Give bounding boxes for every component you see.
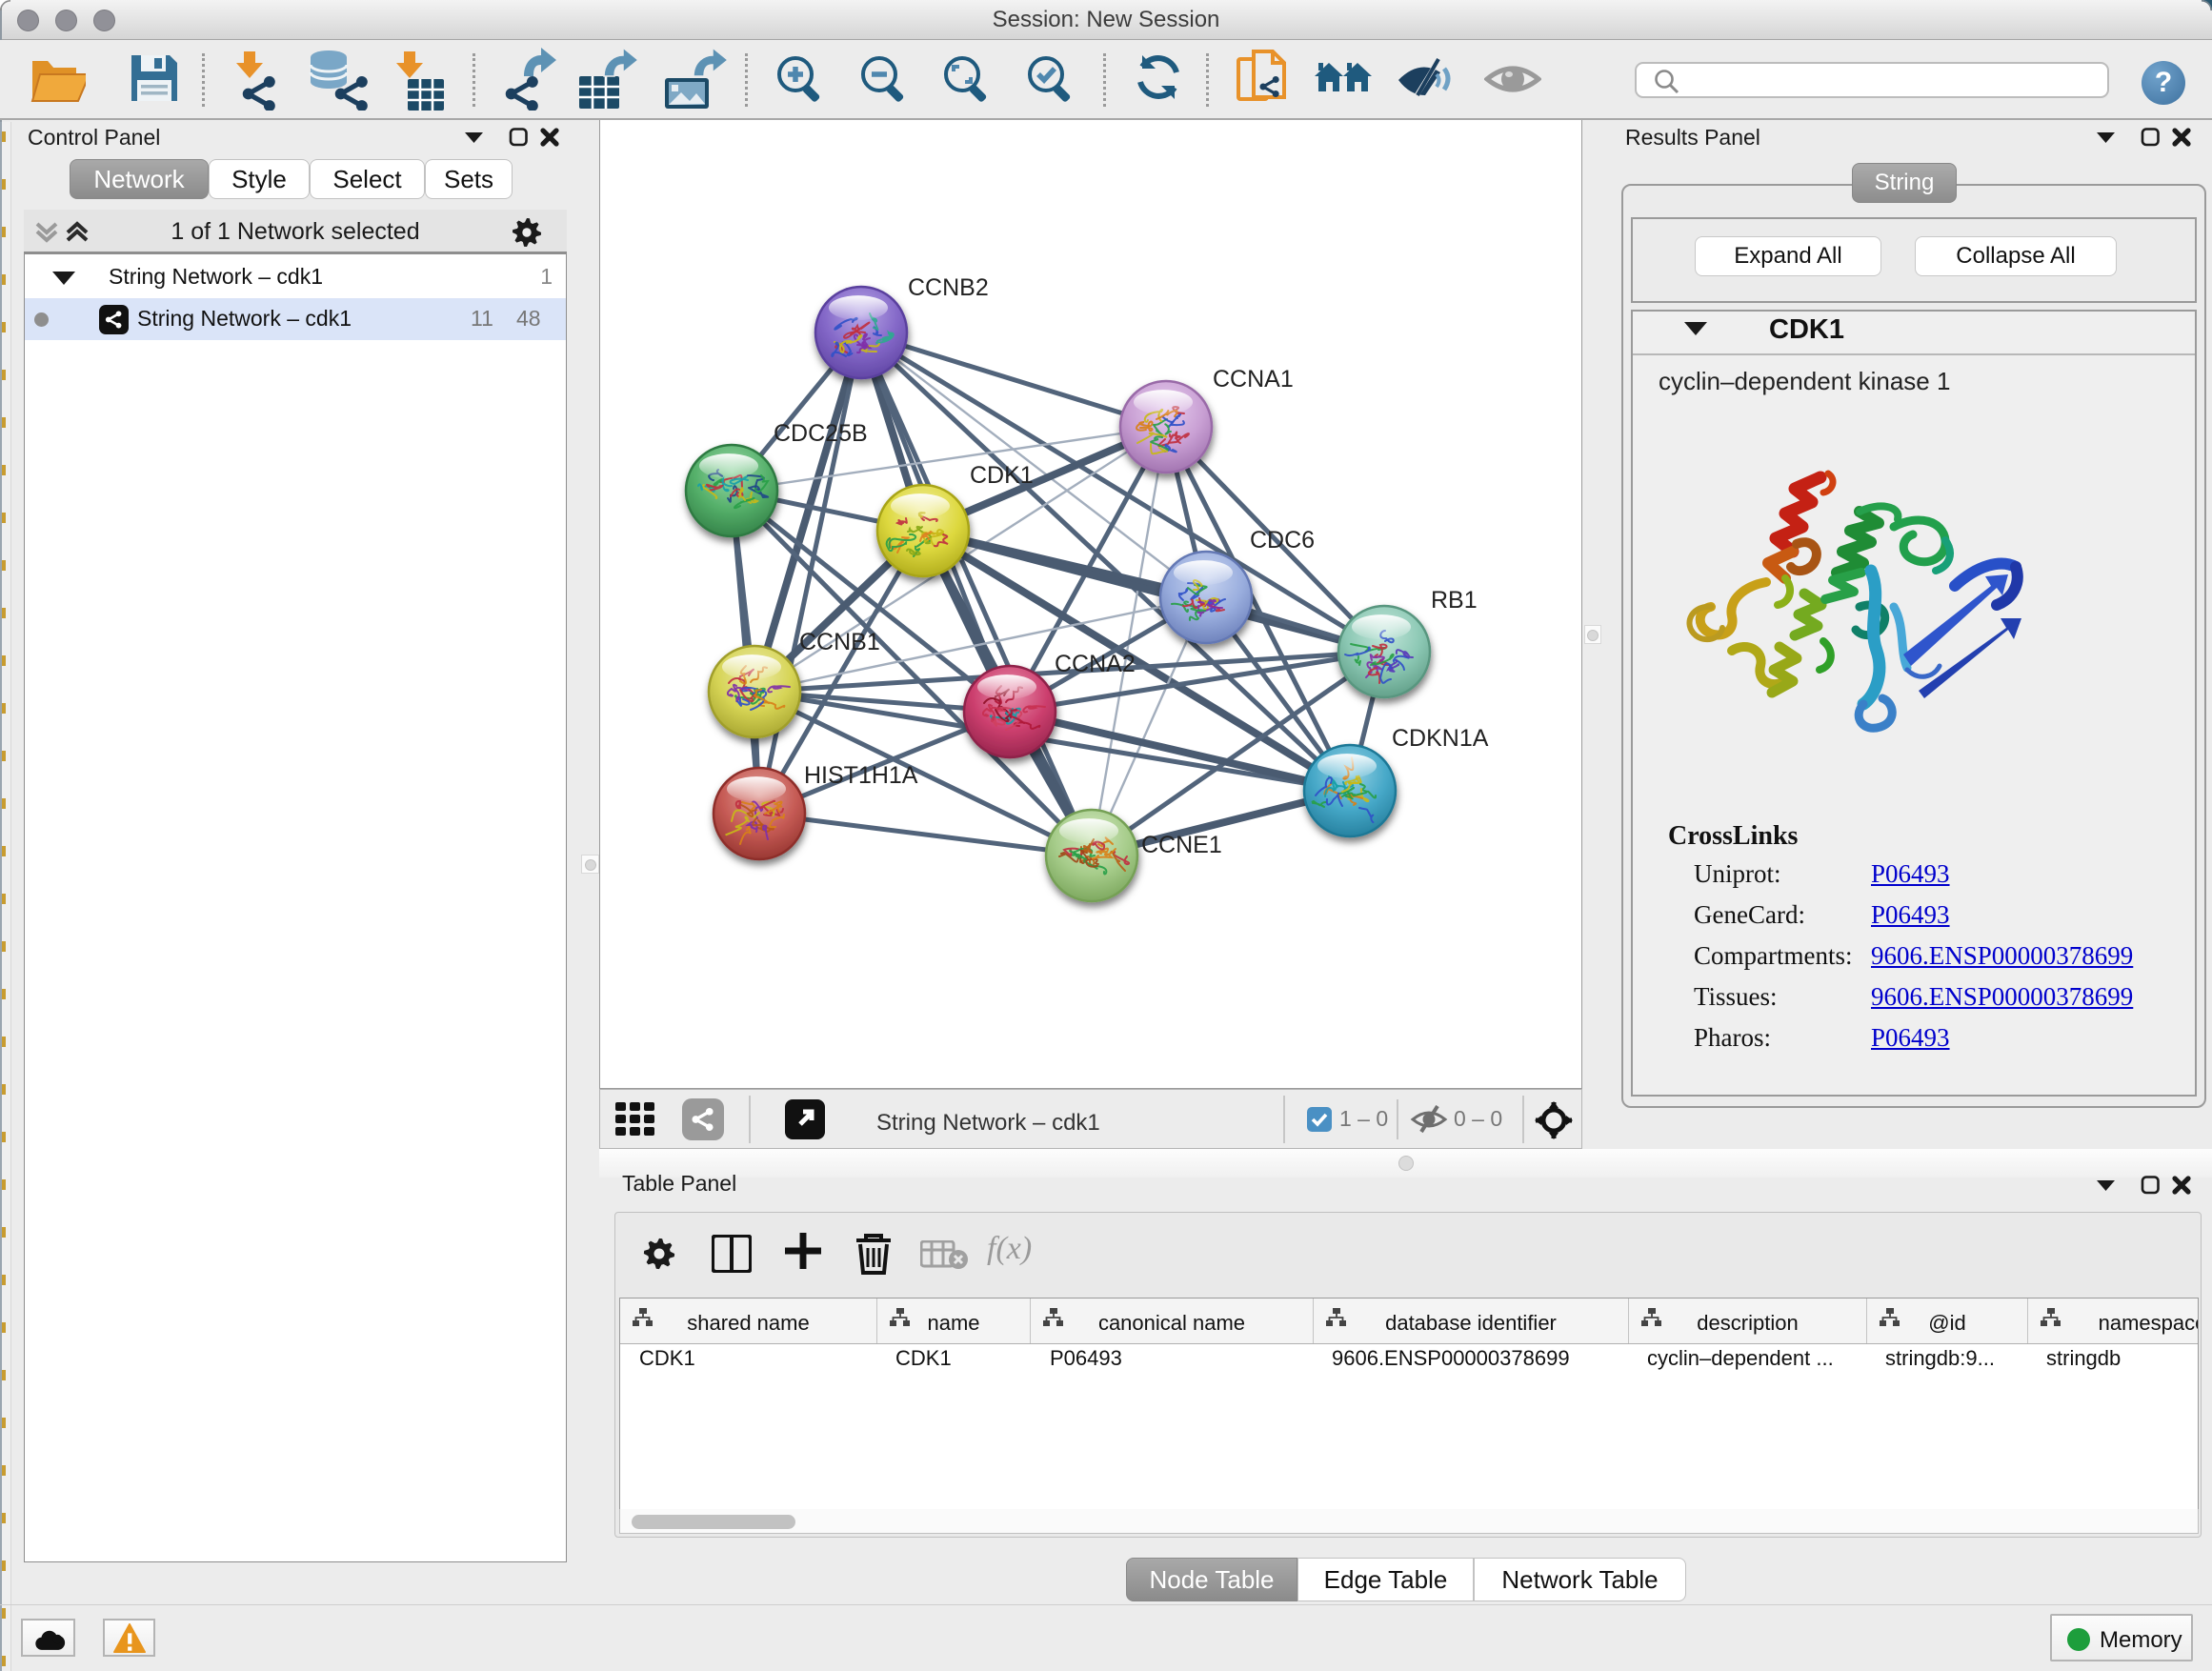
svg-text:CCNA1: CCNA1: [1213, 366, 1294, 393]
svg-text:CDC25B: CDC25B: [774, 420, 868, 447]
svg-text:CCNB1: CCNB1: [799, 629, 880, 655]
svg-text:CDC6: CDC6: [1250, 527, 1315, 554]
svg-text:HIST1H1A: HIST1H1A: [804, 762, 918, 789]
svg-text:CCNB2: CCNB2: [908, 274, 989, 301]
svg-text:CCNA2: CCNA2: [1055, 651, 1136, 677]
svg-text:CDKN1A: CDKN1A: [1392, 725, 1489, 752]
svg-text:RB1: RB1: [1431, 587, 1478, 614]
svg-text:CCNE1: CCNE1: [1141, 832, 1222, 858]
svg-text:CDK1: CDK1: [970, 462, 1034, 489]
